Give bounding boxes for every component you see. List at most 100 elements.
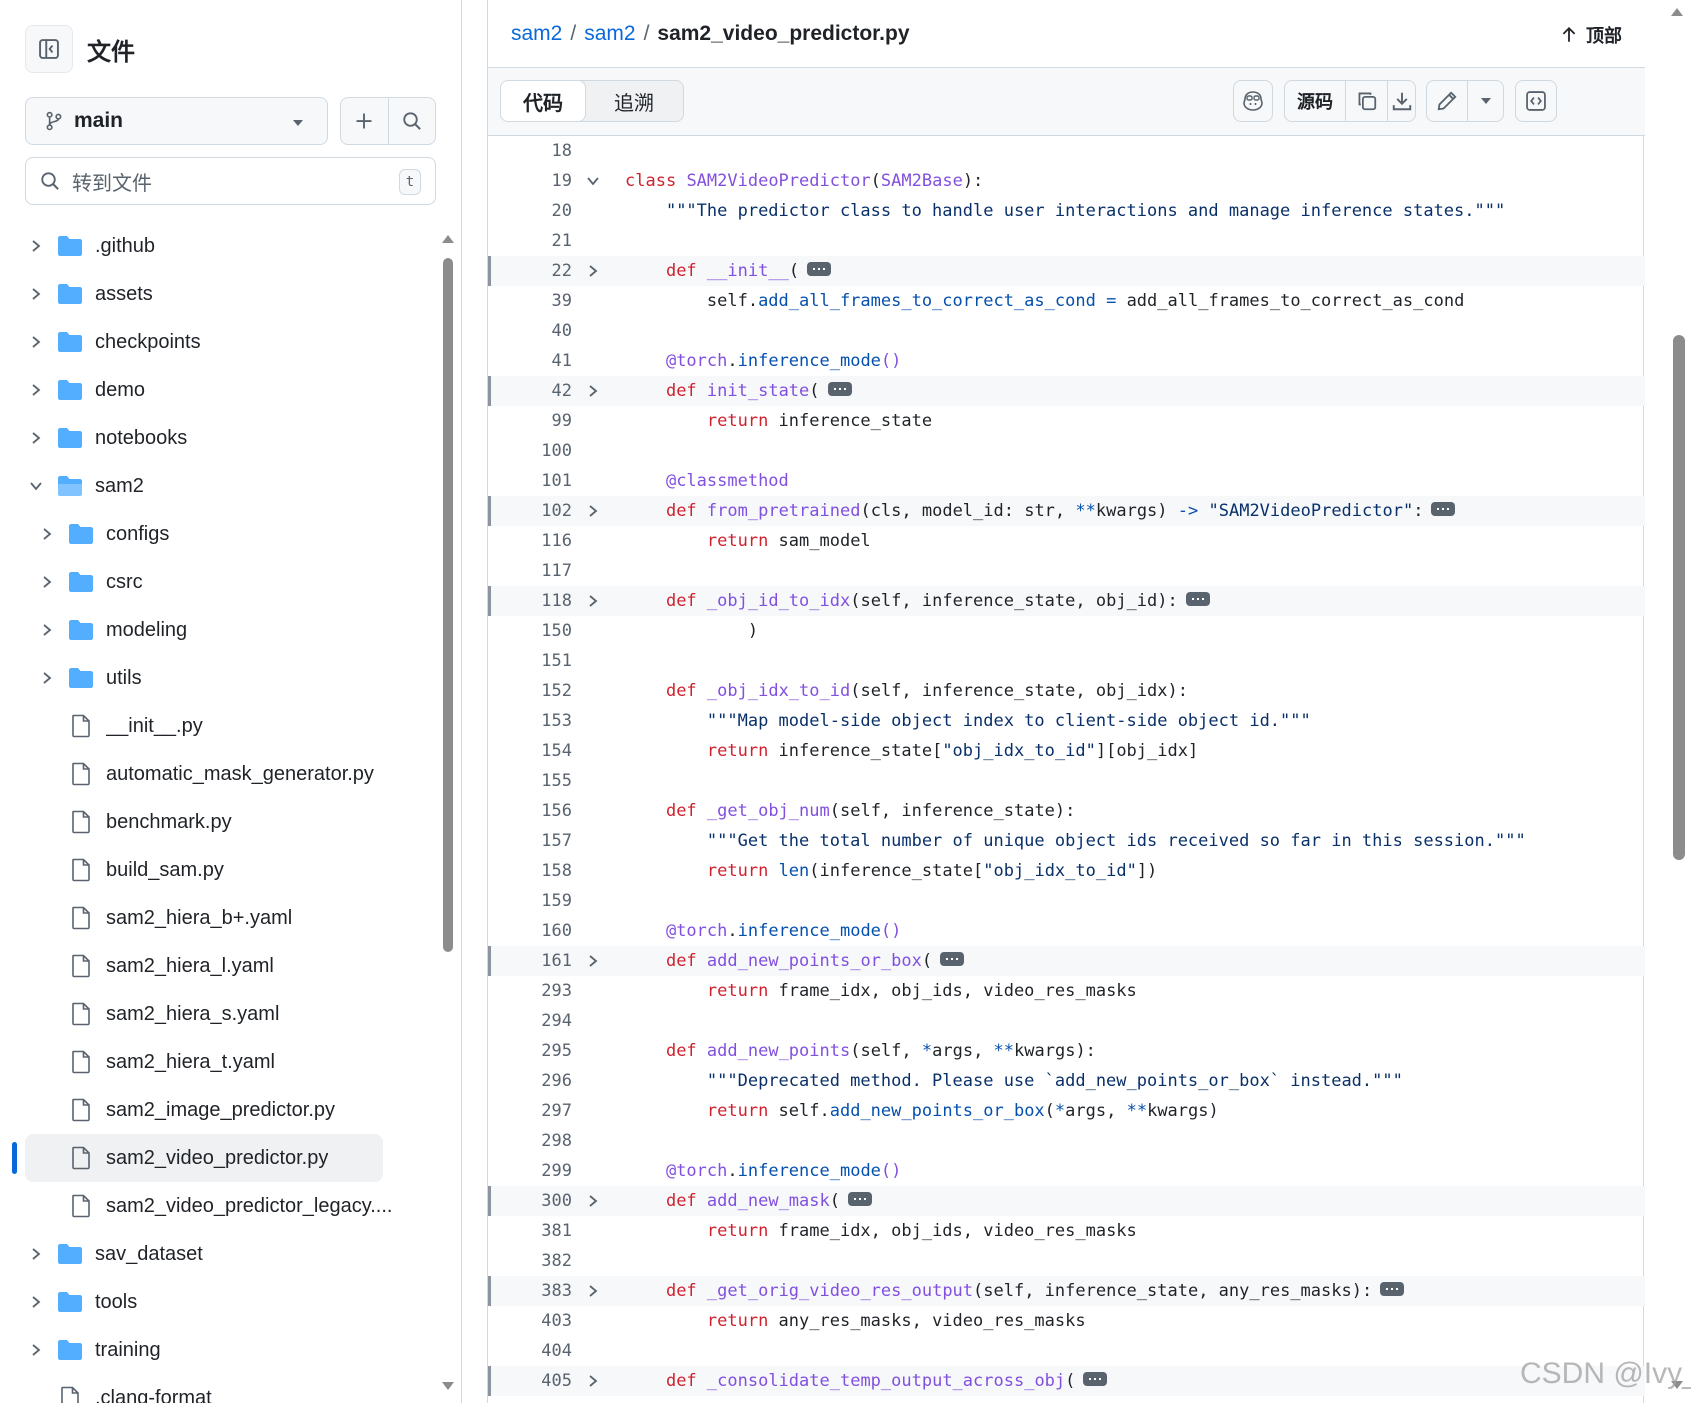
line-number[interactable]: 18 xyxy=(488,136,572,166)
tree-folder[interactable]: sav_dataset xyxy=(0,1230,440,1278)
line-number[interactable]: 157 xyxy=(488,826,572,856)
edit-more-dropdown[interactable] xyxy=(1467,81,1503,121)
line-number[interactable]: 293 xyxy=(488,976,572,1006)
expand-folded-icon[interactable] xyxy=(1380,1282,1405,1296)
line-number[interactable]: 294 xyxy=(488,1006,572,1036)
line-number[interactable]: 156 xyxy=(488,796,572,826)
tree-chevron[interactable] xyxy=(25,1343,47,1357)
line-number[interactable]: 22 xyxy=(488,256,572,286)
line-number[interactable]: 154 xyxy=(488,736,572,766)
download-raw-button[interactable] xyxy=(1387,81,1415,121)
scroll-up-arrow-icon[interactable] xyxy=(441,234,455,244)
tree-folder[interactable]: tools xyxy=(0,1278,440,1326)
tab-code[interactable]: 代码 xyxy=(501,81,586,121)
scroll-up-arrow-icon[interactable] xyxy=(1670,7,1684,17)
expand-folded-icon[interactable] xyxy=(1083,1372,1108,1386)
fold-chevron-right-icon[interactable] xyxy=(586,504,600,518)
copy-raw-button[interactable] xyxy=(1345,81,1387,121)
tree-chevron[interactable] xyxy=(36,671,58,685)
edit-file-button[interactable] xyxy=(1427,81,1467,121)
tree-folder[interactable]: sam2 xyxy=(0,462,440,510)
branch-selector-button[interactable]: main xyxy=(25,97,328,145)
search-code-button[interactable] xyxy=(387,98,436,144)
line-number[interactable]: 20 xyxy=(488,196,572,226)
tree-folder[interactable]: .github xyxy=(0,222,440,270)
tree-folder[interactable]: notebooks xyxy=(0,414,440,462)
line-number[interactable]: 116 xyxy=(488,526,572,556)
expand-folded-icon[interactable] xyxy=(1431,502,1456,516)
line-number[interactable]: 101 xyxy=(488,466,572,496)
tree-file[interactable]: sam2_hiera_s.yaml xyxy=(0,990,440,1038)
tree-chevron[interactable] xyxy=(36,527,58,541)
line-number[interactable]: 21 xyxy=(488,226,572,256)
line-number[interactable]: 100 xyxy=(488,436,572,466)
tree-file[interactable]: sam2_image_predictor.py xyxy=(0,1086,440,1134)
line-number[interactable]: 159 xyxy=(488,886,572,916)
line-number[interactable]: 151 xyxy=(488,646,572,676)
tab-blame[interactable]: 追溯 xyxy=(585,81,683,121)
symbols-panel-button[interactable] xyxy=(1515,80,1557,122)
expand-folded-icon[interactable] xyxy=(807,262,832,276)
line-number[interactable]: 19 xyxy=(488,166,572,196)
tree-folder[interactable]: assets xyxy=(0,270,440,318)
expand-folded-icon[interactable] xyxy=(1185,592,1210,606)
line-number[interactable]: 155 xyxy=(488,766,572,796)
tree-file[interactable]: sam2_hiera_b+.yaml xyxy=(0,894,440,942)
raw-button[interactable]: 源码 xyxy=(1285,81,1345,121)
fold-chevron-right-icon[interactable] xyxy=(586,1284,600,1298)
tree-chevron[interactable] xyxy=(25,1295,47,1309)
tree-chevron[interactable] xyxy=(25,480,47,492)
tree-file[interactable]: benchmark.py xyxy=(0,798,440,846)
tree-chevron[interactable] xyxy=(25,383,47,397)
fold-chevron-right-icon[interactable] xyxy=(586,264,600,278)
line-number[interactable]: 383 xyxy=(488,1276,572,1306)
tree-chevron[interactable] xyxy=(25,335,47,349)
line-number[interactable]: 161 xyxy=(488,946,572,976)
tree-folder[interactable]: training xyxy=(0,1326,440,1374)
line-number[interactable]: 153 xyxy=(488,706,572,736)
line-number[interactable]: 42 xyxy=(488,376,572,406)
tree-folder[interactable]: checkpoints xyxy=(0,318,440,366)
tree-file[interactable]: build_sam.py xyxy=(0,846,440,894)
line-number[interactable]: 295 xyxy=(488,1036,572,1066)
line-number[interactable]: 404 xyxy=(488,1336,572,1366)
expand-folded-icon[interactable] xyxy=(940,952,965,966)
line-number[interactable]: 299 xyxy=(488,1156,572,1186)
line-number[interactable]: 298 xyxy=(488,1126,572,1156)
tree-folder[interactable]: modeling xyxy=(0,606,440,654)
tree-chevron[interactable] xyxy=(25,431,47,445)
line-number[interactable]: 158 xyxy=(488,856,572,886)
back-to-top-button[interactable]: 顶部 xyxy=(1560,22,1622,48)
tree-folder[interactable]: utils xyxy=(0,654,440,702)
tree-folder[interactable]: csrc xyxy=(0,558,440,606)
breadcrumb-folder-link[interactable]: sam2 xyxy=(584,22,635,46)
line-number[interactable]: 117 xyxy=(488,556,572,586)
line-number[interactable]: 150 xyxy=(488,616,572,646)
tree-chevron[interactable] xyxy=(36,575,58,589)
tree-chevron[interactable] xyxy=(25,287,47,301)
tree-file[interactable]: sam2_video_predictor.py xyxy=(12,1134,383,1182)
tree-chevron[interactable] xyxy=(25,1247,47,1261)
line-number[interactable]: 160 xyxy=(488,916,572,946)
fold-chevron-right-icon[interactable] xyxy=(586,1374,600,1388)
line-number[interactable]: 99 xyxy=(488,406,572,436)
sidebar-scrollbar-thumb[interactable] xyxy=(443,258,453,952)
line-number[interactable]: 297 xyxy=(488,1096,572,1126)
fold-chevron-right-icon[interactable] xyxy=(586,1194,600,1208)
collapse-sidebar-button[interactable] xyxy=(25,25,73,73)
line-number[interactable]: 102 xyxy=(488,496,572,526)
go-to-file-input[interactable]: 转到文件 t xyxy=(25,157,436,205)
line-number[interactable]: 403 xyxy=(488,1306,572,1336)
tree-file[interactable]: sam2_hiera_l.yaml xyxy=(0,942,440,990)
line-number[interactable]: 40 xyxy=(488,316,572,346)
page-scrollbar-thumb[interactable] xyxy=(1673,335,1685,860)
line-number[interactable]: 118 xyxy=(488,586,572,616)
tree-chevron[interactable] xyxy=(25,239,47,253)
fold-chevron-right-icon[interactable] xyxy=(586,954,600,968)
tree-folder[interactable]: configs xyxy=(0,510,440,558)
line-number[interactable]: 382 xyxy=(488,1246,572,1276)
tree-file[interactable]: .clang-format xyxy=(0,1374,440,1403)
breadcrumb-repo-link[interactable]: sam2 xyxy=(511,22,562,46)
fold-chevron-right-icon[interactable] xyxy=(586,384,600,398)
expand-folded-icon[interactable] xyxy=(848,1192,872,1206)
